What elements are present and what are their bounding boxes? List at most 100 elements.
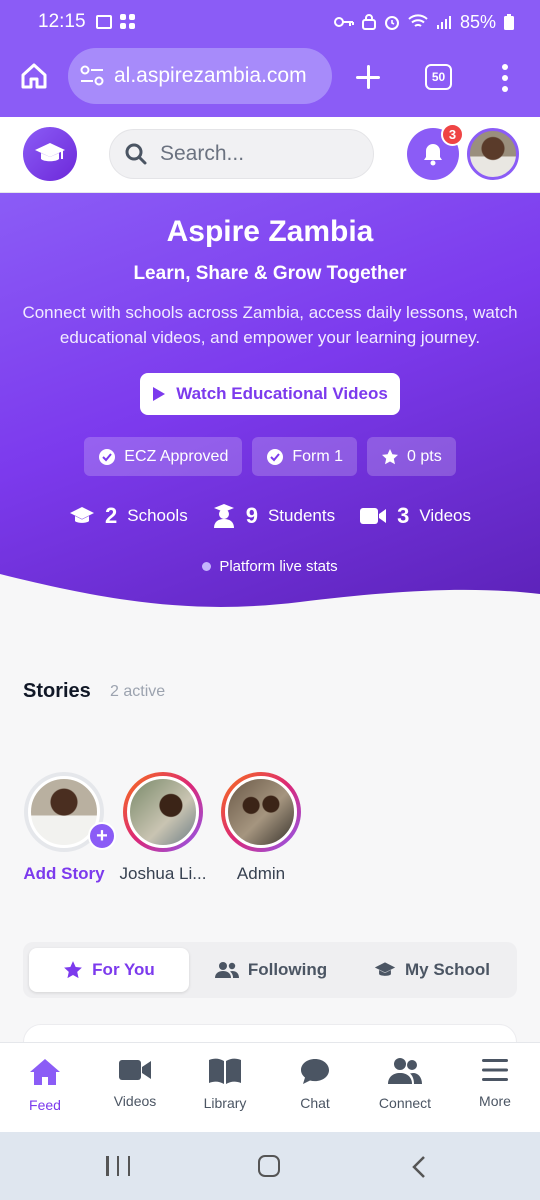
hero-chips: ECZ Approved Form 1 0 pts: [0, 437, 540, 476]
tab-label: For You: [92, 960, 155, 979]
check-circle-icon: [99, 448, 116, 465]
live-stats-indicator: Platform live stats: [0, 558, 540, 575]
nav-label: More: [479, 1093, 511, 1109]
system-navigation-bar: [0, 1132, 540, 1200]
video-icon: [360, 508, 387, 524]
chip-points: 0 pts: [367, 437, 456, 476]
story-name: Joshua Li...: [119, 864, 207, 883]
battery-icon: [504, 14, 514, 30]
status-time: 12:15: [38, 11, 86, 32]
system-home-button[interactable]: [258, 1155, 280, 1177]
book-icon: [209, 1058, 241, 1084]
stories-count: 2 active: [110, 683, 166, 700]
stat-value: 3: [397, 503, 410, 528]
url-text[interactable]: al.aspirezambia.com: [114, 64, 307, 88]
home-icon[interactable]: [20, 62, 48, 90]
platform-stats: 2 Schools 9 Students 3 Videos: [0, 503, 540, 529]
story-name: Add Story: [23, 864, 105, 883]
search-input[interactable]: [160, 142, 350, 166]
feed-tabs: For You Following My School: [23, 942, 517, 998]
menu-icon: [482, 1059, 508, 1081]
nav-more[interactable]: More: [450, 1043, 540, 1132]
hero-banner: Aspire Zambia Learn, Share & Grow Togeth…: [0, 193, 540, 624]
stat-value: 2: [104, 503, 118, 528]
stat-label: Students: [267, 506, 336, 525]
status-bar: 12:15 85%: [0, 0, 540, 44]
address-bar[interactable]: al.aspirezambia.com: [68, 48, 332, 104]
live-dot: [202, 562, 212, 571]
star-icon: [382, 448, 399, 464]
stat-schools: 2 Schools: [69, 503, 188, 529]
user-avatar[interactable]: [467, 128, 519, 180]
play-icon: [153, 387, 166, 401]
watch-videos-label: Watch Educational Videos: [176, 384, 388, 403]
story-item[interactable]: Joshua Li...: [113, 772, 213, 884]
tab-for-you[interactable]: For You: [29, 948, 189, 992]
recents-button[interactable]: [106, 1156, 130, 1176]
check-circle-icon: [267, 448, 284, 465]
new-tab-button[interactable]: [355, 64, 381, 90]
nav-connect[interactable]: Connect: [360, 1043, 450, 1132]
nav-label: Chat: [300, 1095, 330, 1111]
nav-label: Feed: [29, 1097, 61, 1113]
chip-form: Form 1: [252, 437, 358, 476]
stat-value: 9: [245, 503, 258, 528]
tab-label: My School: [404, 960, 490, 979]
users-icon: [214, 962, 239, 978]
story-avatar: [225, 776, 297, 848]
hero-wave-divider: [0, 574, 540, 624]
story-add[interactable]: + Add Story: [14, 772, 116, 884]
nav-chat[interactable]: Chat: [270, 1043, 360, 1132]
stat-label: Videos: [419, 506, 472, 525]
key-icon: [333, 17, 354, 27]
users-icon: [388, 1058, 422, 1084]
search-box[interactable]: [109, 129, 374, 179]
story-avatar: [127, 776, 199, 848]
live-stats-label: Platform live stats: [219, 558, 338, 575]
graduation-cap-icon: [374, 962, 396, 976]
nav-label: Videos: [113, 1093, 157, 1109]
story-ring: [123, 772, 203, 852]
wifi-icon: [408, 14, 428, 27]
site-settings-icon[interactable]: [80, 65, 104, 87]
chip-label: ECZ Approved: [124, 447, 229, 465]
bottom-navigation: Feed Videos Library Chat Connect More: [0, 1042, 540, 1132]
nav-label: Connect: [378, 1095, 432, 1111]
app-header: 3: [0, 117, 540, 193]
student-icon: [213, 504, 234, 528]
stories-title: Stories: [23, 680, 91, 702]
nav-library[interactable]: Library: [180, 1043, 270, 1132]
search-icon: [125, 143, 147, 165]
browser-menu-button[interactable]: [501, 64, 509, 92]
nav-feed[interactable]: Feed: [0, 1043, 90, 1132]
chat-icon: [301, 1059, 329, 1084]
notification-badge: 3: [441, 123, 464, 146]
story-item[interactable]: Admin: [211, 772, 311, 884]
hero-title: Aspire Zambia: [166, 215, 374, 248]
battery-level: 85%: [459, 11, 496, 32]
video-icon: [119, 1060, 151, 1080]
stat-videos: 3 Videos: [359, 503, 471, 529]
chip-label: Form 1: [292, 447, 344, 465]
nav-label: Library: [203, 1095, 247, 1111]
nav-videos[interactable]: Videos: [90, 1043, 180, 1132]
tab-switcher-button[interactable]: 50: [425, 64, 452, 90]
stat-label: Schools: [127, 506, 188, 525]
watch-videos-button[interactable]: Watch Educational Videos: [140, 373, 400, 415]
story-ring: [221, 772, 301, 852]
add-story-plus-icon[interactable]: +: [88, 822, 116, 850]
chip-label: 0 pts: [407, 447, 442, 465]
browser-toolbar: al.aspirezambia.com 50: [0, 44, 540, 117]
tab-my-school[interactable]: My School: [353, 948, 511, 992]
star-icon: [64, 961, 83, 979]
tab-following[interactable]: Following: [189, 948, 353, 992]
hero-tagline: Learn, Share & Grow Together: [133, 263, 407, 284]
tab-label: Following: [247, 960, 328, 979]
stat-students: 9 Students: [212, 503, 335, 529]
signal-icon: [436, 16, 451, 29]
back-icon[interactable]: [412, 1156, 426, 1178]
app-logo[interactable]: [23, 127, 77, 181]
story-name: Admin: [236, 864, 286, 883]
hero-description: Connect with schools across Zambia, acce…: [22, 303, 518, 347]
graduation-cap-icon: [69, 507, 94, 523]
